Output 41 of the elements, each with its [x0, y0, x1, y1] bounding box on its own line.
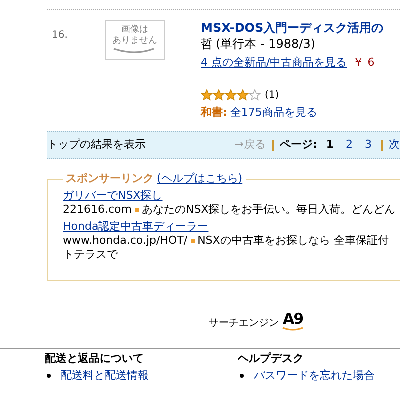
star-icon	[249, 89, 261, 101]
placeholder-text: ありません	[112, 36, 158, 47]
bullet-icon	[240, 374, 244, 378]
ad-title-link[interactable]: ガリバーでNSX探し	[63, 188, 163, 202]
star-icon	[201, 89, 213, 101]
footer-link[interactable]: 配送料と配送情報	[61, 368, 149, 384]
next-link[interactable]: 次	[389, 136, 400, 154]
sponsored-heading: スポンサーリンク	[66, 171, 154, 187]
star-icon	[237, 89, 249, 101]
result-number: 16.	[51, 29, 69, 43]
ad-text: あなたのNSX探しをお手伝い。毎日入荷。どんどん	[142, 202, 396, 216]
offers-link[interactable]: 4 点の全新品/中古商品を見る	[201, 55, 348, 72]
price: ￥ 6	[353, 55, 375, 71]
results-summary: トップの結果を表示	[47, 136, 146, 153]
placeholder-text: 画像は	[122, 25, 148, 36]
page-link[interactable]: 2	[343, 136, 356, 154]
footer-heading: 配送と返品について	[45, 351, 145, 367]
bullet-icon	[134, 208, 139, 212]
page-label: ページ:	[280, 136, 318, 153]
star-icon	[225, 89, 237, 101]
ad-text: トテラスで	[63, 248, 120, 262]
format-date: (単行本 - 1988/3)	[216, 36, 316, 52]
ad-title-link[interactable]: Honda認定中古車ディーラー	[63, 220, 209, 234]
footer-link[interactable]: パスワードを忘れた場合	[254, 368, 375, 384]
ad-text: NSXの中古車をお探しなら 全車保証付	[198, 234, 389, 248]
help-link[interactable]: (ヘルプはこちら)	[157, 171, 243, 188]
product-title-link[interactable]: MSX-DOS入門ーディスク活用の	[201, 20, 384, 36]
ad-url: 221616.com	[63, 202, 132, 216]
bullet-icon	[190, 238, 195, 242]
category-label: 和書:	[201, 104, 228, 120]
a9-logo[interactable]: A9	[282, 312, 304, 331]
page-link[interactable]: 1	[323, 136, 337, 154]
review-count[interactable]: (1)	[265, 88, 280, 102]
category-link[interactable]: 全175商品を見る	[230, 104, 318, 121]
author: 哲	[201, 36, 213, 52]
footer-heading: ヘルプデスク	[238, 351, 305, 367]
ad-url: www.honda.co.jp/HOT/	[63, 234, 188, 248]
bullet-icon	[47, 374, 51, 378]
page-link[interactable]: 3	[362, 136, 375, 154]
star-icon	[213, 89, 225, 101]
search-engine-label: サーチエンジン	[209, 317, 279, 331]
